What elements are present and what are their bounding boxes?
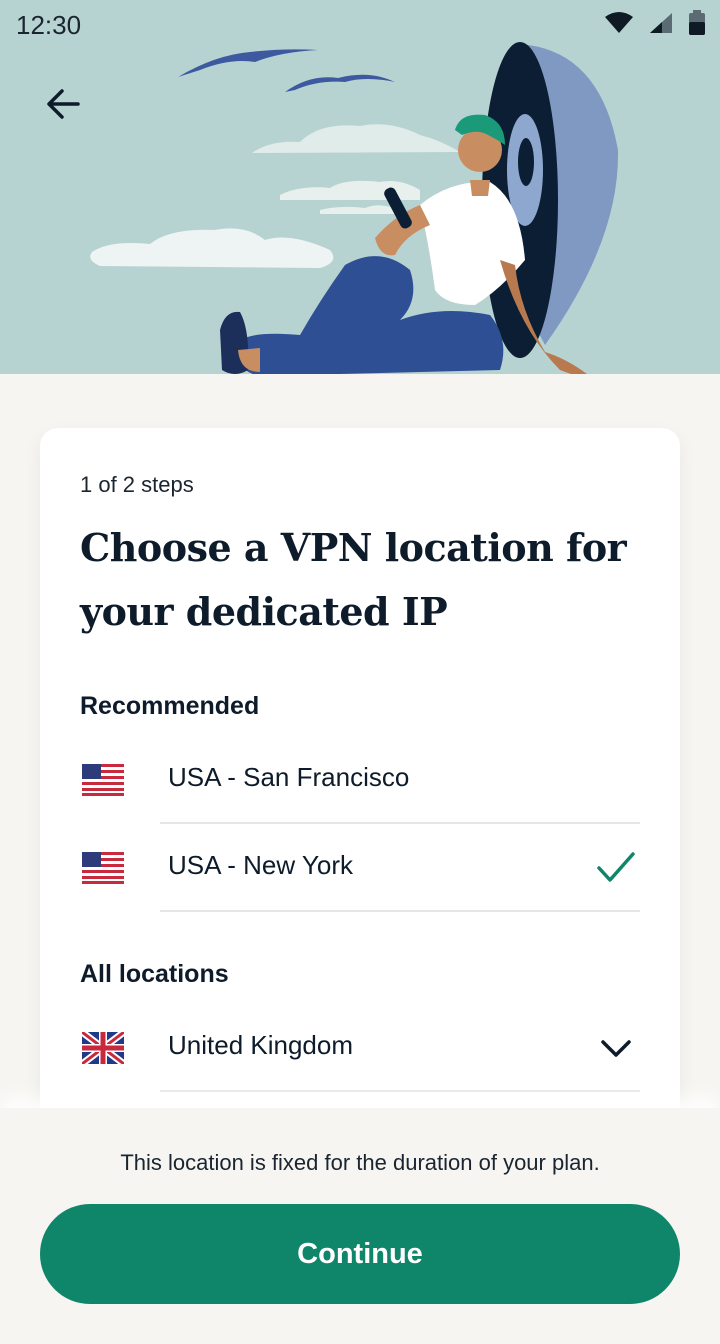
row-divider <box>160 1090 640 1092</box>
back-button[interactable] <box>40 80 88 128</box>
location-label: USA - San Francisco <box>168 762 410 792</box>
row-divider <box>160 910 640 912</box>
location-row-san-francisco[interactable]: USA - San Francisco <box>40 736 680 824</box>
location-row-new-york[interactable]: USA - New York <box>40 824 680 912</box>
person-with-vpn-pin-illustration <box>90 42 619 374</box>
location-label: United Kingdom <box>168 1030 353 1060</box>
cellular-signal-icon <box>650 13 672 33</box>
all-locations-heading: All locations <box>80 960 229 988</box>
recommended-heading: Recommended <box>80 692 260 720</box>
location-row-united-kingdom[interactable]: United Kingdom <box>40 1004 680 1092</box>
wifi-icon <box>605 12 633 33</box>
chevron-down-icon <box>601 1040 631 1057</box>
us-flag-icon <box>82 852 124 884</box>
status-bar: 12:30 <box>0 0 720 50</box>
status-time: 12:30 <box>16 10 82 40</box>
checkmark-icon <box>597 852 635 882</box>
hero-illustration: 12:30 <box>0 0 720 374</box>
fixed-location-note: This location is fixed for the duration … <box>120 1150 600 1175</box>
footer: This location is fixed for the duration … <box>0 1108 720 1344</box>
page-title: Choose a VPN location for your dedicated… <box>80 525 627 634</box>
uk-flag-icon <box>82 1032 124 1064</box>
continue-button[interactable]: Continue <box>40 1204 680 1304</box>
arrow-left-icon <box>47 89 80 119</box>
location-card: 1 of 2 steps Choose a VPN location for y… <box>40 428 680 1188</box>
status-icons <box>604 10 706 36</box>
battery-icon <box>689 10 705 35</box>
step-indicator: 1 of 2 steps <box>80 472 194 497</box>
location-label: USA - New York <box>168 850 353 880</box>
us-flag-icon <box>82 764 124 796</box>
